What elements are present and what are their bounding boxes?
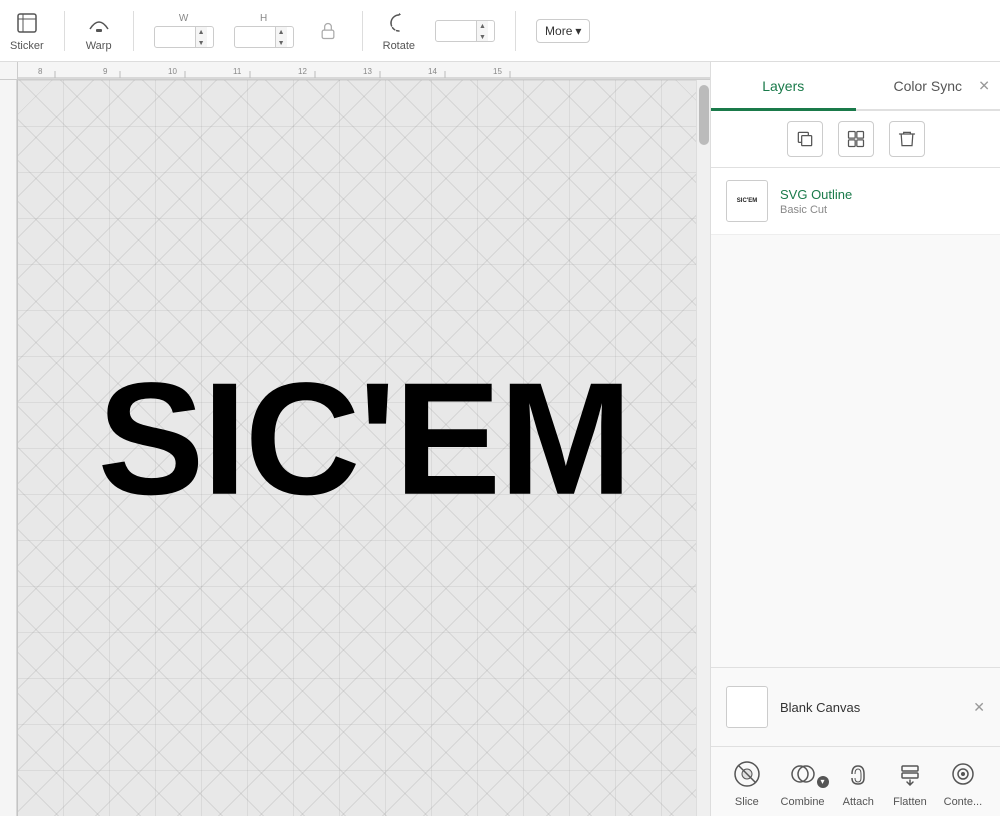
ruler-top-svg: 8 9 10 11 12 13 14 15 — [18, 62, 710, 79]
svg-text:13: 13 — [363, 67, 372, 76]
combine-icon — [785, 756, 821, 792]
rotate-tool[interactable]: Rotate — [383, 9, 415, 52]
separator-4 — [515, 11, 516, 51]
layer-type: Basic Cut — [780, 204, 985, 216]
duplicate-icon — [795, 129, 815, 149]
lock-icon — [314, 17, 342, 45]
svg-text:9: 9 — [103, 67, 108, 76]
rotate-down[interactable]: ▼ — [477, 32, 488, 42]
rotate-icon — [385, 9, 413, 37]
rotate-up[interactable]: ▲ — [477, 21, 488, 32]
blank-canvas-item[interactable]: Blank Canvas ✕ — [726, 678, 985, 736]
attach-icon — [840, 756, 876, 792]
svg-text:15: 15 — [493, 67, 502, 76]
canvas-main-text[interactable]: SIC'EM — [98, 347, 631, 531]
panel-spacer — [711, 235, 1000, 667]
more-button[interactable]: More ▾ — [536, 19, 590, 43]
warp-tool[interactable]: Warp — [85, 9, 113, 52]
separator-1 — [64, 11, 65, 51]
svg-text:11: 11 — [233, 67, 242, 76]
size-h-group: H ▲ ▼ — [234, 13, 294, 48]
group-icon — [846, 129, 866, 149]
sticker-label: Sticker — [10, 40, 44, 52]
blank-canvas-thumbnail — [726, 686, 768, 728]
attach-btn[interactable]: Attach — [840, 756, 876, 808]
sticker-tool[interactable]: Sticker — [10, 9, 44, 52]
grid-canvas[interactable]: SIC'EM — [18, 80, 710, 816]
sticker-icon — [13, 9, 41, 37]
lock-tool[interactable] — [314, 17, 342, 45]
ruler-top: 8 9 10 11 12 13 14 15 — [18, 62, 710, 80]
size-h-label: H — [260, 13, 267, 24]
size-w-arrows: ▲ ▼ — [195, 27, 207, 47]
warp-label: Warp — [86, 40, 112, 52]
flatten-btn[interactable]: Flatten — [892, 756, 928, 808]
panel-close-icon[interactable]: ✕ — [978, 77, 990, 94]
rotate-label: Rotate — [383, 40, 415, 52]
more-chevron-icon: ▾ — [575, 24, 581, 38]
combine-label: Combine — [781, 796, 825, 808]
panel-actions — [711, 111, 1000, 168]
contour-icon — [945, 756, 981, 792]
panel-tabs: Layers Color Sync ✕ — [711, 62, 1000, 111]
size-h-arrows: ▲ ▼ — [275, 27, 287, 47]
ruler-left — [0, 80, 18, 816]
size-h-input-wrapper: ▲ ▼ — [234, 26, 294, 48]
layer-name: SVG Outline — [780, 187, 985, 202]
duplicate-btn[interactable] — [787, 121, 823, 157]
rotate-input-group: ▲ ▼ — [435, 20, 495, 42]
contour-label: Conte... — [944, 796, 983, 808]
size-w-label: W — [179, 13, 188, 24]
size-w-input[interactable] — [155, 31, 195, 43]
right-panel: Layers Color Sync ✕ — [710, 62, 1000, 816]
layer-info: SVG Outline Basic Cut — [780, 187, 985, 216]
blank-canvas-close-icon[interactable]: ✕ — [973, 699, 985, 716]
bottom-toolbar: Slice ▾ Combine — [711, 746, 1000, 816]
group-btn[interactable] — [838, 121, 874, 157]
size-w-up[interactable]: ▲ — [196, 27, 207, 38]
combine-btn[interactable]: ▾ Combine — [781, 756, 825, 808]
rotate-input[interactable] — [436, 25, 476, 37]
scrollbar-thumb[interactable] — [699, 85, 709, 145]
blank-canvas-label: Blank Canvas — [780, 700, 860, 715]
rotate-arrows: ▲ ▼ — [476, 21, 488, 41]
contour-btn[interactable]: Conte... — [944, 756, 983, 808]
warp-icon — [85, 9, 113, 37]
svg-text:12: 12 — [298, 67, 307, 76]
size-w-group: W ▲ ▼ — [154, 13, 214, 48]
separator-3 — [362, 11, 363, 51]
size-h-input[interactable] — [235, 31, 275, 43]
size-h-down[interactable]: ▼ — [276, 38, 287, 48]
main-content: 8 9 10 11 12 13 14 15 — [0, 62, 1000, 816]
more-label: More — [545, 24, 572, 38]
svg-text:14: 14 — [428, 67, 437, 76]
slice-icon — [729, 756, 765, 792]
size-w-input-wrapper: ▲ ▼ — [154, 26, 214, 48]
size-w-down[interactable]: ▼ — [196, 38, 207, 48]
flatten-icon — [892, 756, 928, 792]
layer-thumbnail: SIC'EM — [726, 180, 768, 222]
vertical-scrollbar[interactable] — [696, 80, 710, 816]
ruler-left-svg — [0, 80, 18, 816]
ruler-corner — [0, 62, 18, 80]
top-toolbar: Sticker Warp W ▲ ▼ H ▲ ▼ — [0, 0, 1000, 62]
rotate-input-wrapper: ▲ ▼ — [435, 20, 495, 42]
blank-canvas-section: Blank Canvas ✕ — [711, 667, 1000, 746]
layer-item[interactable]: SIC'EM SVG Outline Basic Cut — [711, 168, 1000, 235]
separator-2 — [133, 11, 134, 51]
flatten-label: Flatten — [893, 796, 927, 808]
svg-text:10: 10 — [168, 67, 177, 76]
slice-label: Slice — [735, 796, 759, 808]
svg-text:8: 8 — [38, 67, 43, 76]
combine-arrow-badge: ▾ — [817, 776, 829, 788]
canvas-area[interactable]: 8 9 10 11 12 13 14 15 — [0, 62, 710, 816]
size-h-up[interactable]: ▲ — [276, 27, 287, 38]
slice-btn[interactable]: Slice — [729, 756, 765, 808]
delete-btn[interactable] — [889, 121, 925, 157]
delete-icon — [897, 129, 917, 149]
tab-layers[interactable]: Layers — [711, 62, 856, 111]
attach-label: Attach — [843, 796, 874, 808]
